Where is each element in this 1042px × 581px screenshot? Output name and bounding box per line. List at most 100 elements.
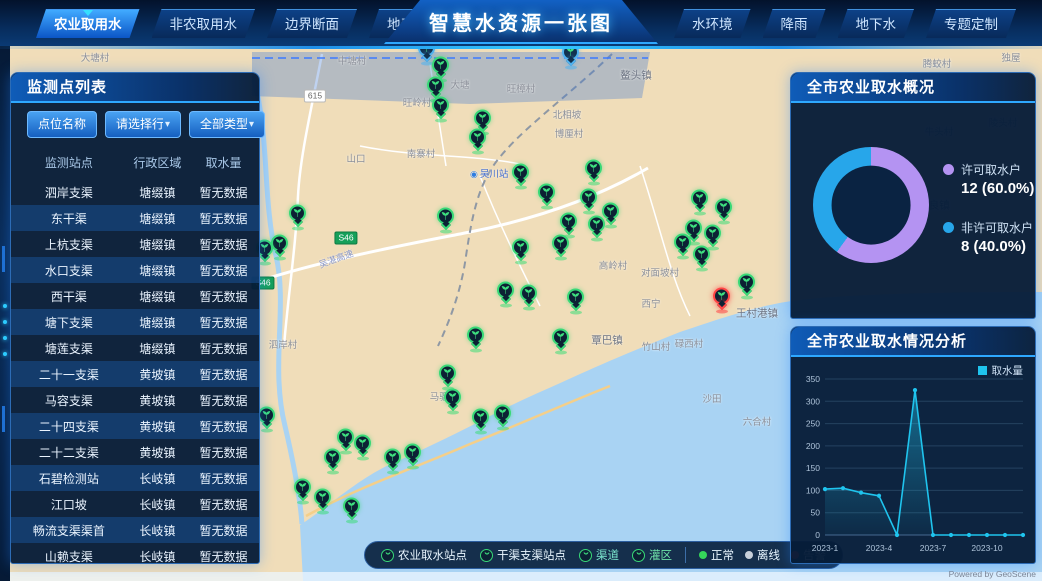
water-intake-marker[interactable] [493, 405, 513, 430]
water-intake-marker[interactable] [519, 285, 539, 310]
nav-tab-label: 非农取用水 [170, 17, 238, 32]
water-intake-marker[interactable] [436, 208, 456, 233]
map-label: 泗岸村 [269, 337, 298, 351]
water-intake-marker[interactable] [293, 479, 313, 504]
water-intake-marker[interactable] [438, 365, 458, 390]
legend-divider [685, 547, 686, 563]
table-row[interactable]: 二十二支渠 黄坡镇 暂无数据 [11, 439, 259, 465]
legend-type-label: 农业取水站点 [398, 547, 467, 563]
legend-type-item[interactable]: 干渠支渠站点 [480, 547, 566, 563]
svg-text:350: 350 [806, 374, 820, 384]
water-intake-marker[interactable] [511, 239, 531, 264]
filter-row: 点位名称 请选择行政 ▾ 全部类型 ▾ [11, 103, 259, 144]
water-intake-marker[interactable] [587, 216, 607, 241]
cell-station: 江口坡 [17, 496, 121, 513]
panel-title: 全市农业取水概况 [791, 73, 1035, 103]
nav-tab[interactable]: 地下水 [838, 9, 915, 38]
water-intake-marker[interactable] [537, 184, 557, 209]
nav-tab[interactable]: 水环境 [674, 9, 751, 38]
water-intake-marker[interactable] [511, 164, 531, 189]
nav-tab[interactable]: 非农取用水 [152, 9, 256, 38]
water-intake-marker[interactable] [323, 449, 343, 474]
water-intake-marker[interactable] [353, 435, 373, 460]
water-intake-marker[interactable] [471, 409, 491, 434]
cell-value: 暂无数据 [194, 210, 253, 227]
legend-type-item[interactable]: 农业取水站点 [381, 547, 467, 563]
table-row[interactable]: 畅流支渠渠首 长岐镇 暂无数据 [11, 517, 259, 543]
cell-region: 塘缀镇 [121, 340, 194, 357]
cell-station: 石碧检测站 [17, 470, 121, 487]
water-intake-marker[interactable] [566, 289, 586, 314]
water-intake-marker[interactable] [431, 97, 451, 122]
table-row[interactable]: 泗岸支渠 塘缀镇 暂无数据 [11, 179, 259, 205]
pin-icon [579, 549, 592, 562]
table-row[interactable]: 江口坡 长岐镇 暂无数据 [11, 491, 259, 517]
svg-text:200: 200 [806, 441, 820, 451]
water-intake-marker[interactable] [551, 235, 571, 260]
cell-station: 塘下支渠 [17, 314, 121, 331]
water-intake-marker[interactable] [690, 190, 710, 215]
map-label: 高岭村 [599, 258, 628, 272]
water-intake-marker[interactable] [342, 498, 362, 523]
table-row[interactable]: 塘莲支渠 塘缀镇 暂无数据 [11, 335, 259, 361]
table-row[interactable]: 水口支渠 塘缀镇 暂无数据 [11, 257, 259, 283]
region-select[interactable]: 请选择行政 ▾ [105, 111, 181, 138]
water-intake-marker[interactable] [496, 282, 516, 307]
dashboard: 大塘村中塘村大塘旺樟村鳌头镇腾蛟村独屋旺岭村北相坡博厘村牛头村陵头村山口南寨村小… [0, 0, 1042, 581]
river-shape [253, 76, 302, 524]
nav-tab[interactable]: 降雨 [763, 9, 826, 38]
cell-region: 黄坡镇 [121, 366, 194, 383]
water-intake-marker[interactable] [673, 234, 693, 259]
cell-station: 二十一支渠 [17, 366, 121, 383]
legend-type-item[interactable]: 渠道 [579, 547, 619, 563]
cell-value: 暂无数据 [194, 366, 253, 383]
table-row[interactable]: 东干渠 塘缀镇 暂无数据 [11, 205, 259, 231]
cell-station: 塘莲支渠 [17, 340, 121, 357]
cell-station: 二十二支渠 [17, 444, 121, 461]
water-intake-marker[interactable] [383, 449, 403, 474]
legend-status-label: 正常 [711, 547, 734, 563]
nav-tab[interactable]: 农业取用水 [36, 9, 140, 38]
map-label: 腾蛟村 [923, 56, 952, 70]
svg-text:2023-4: 2023-4 [866, 543, 893, 553]
table-row[interactable]: 二十一支渠 黄坡镇 暂无数据 [11, 361, 259, 387]
cell-region: 塘缀镇 [121, 314, 194, 331]
table-row[interactable]: 马容支渠 黄坡镇 暂无数据 [11, 387, 259, 413]
nav-tab-label: 降雨 [781, 17, 808, 32]
svg-text:2023-7: 2023-7 [920, 543, 947, 553]
water-intake-marker[interactable] [712, 288, 732, 313]
water-intake-marker[interactable] [714, 199, 734, 224]
water-intake-marker[interactable] [551, 329, 571, 354]
water-intake-marker[interactable] [584, 160, 604, 185]
cell-station: 马容支渠 [17, 392, 121, 409]
donut-legend-item: 非许可取水户 8 (40.0%) [943, 219, 1034, 255]
water-intake-marker[interactable] [313, 489, 333, 514]
table-row[interactable]: 上杭支渠 塘缀镇 暂无数据 [11, 231, 259, 257]
table-row[interactable]: 石碧检测站 长岐镇 暂无数据 [11, 465, 259, 491]
water-intake-marker[interactable] [403, 444, 423, 469]
water-intake-marker[interactable] [288, 205, 308, 230]
map-label: 沙田 [702, 391, 721, 405]
cell-value: 暂无数据 [194, 340, 253, 357]
water-intake-marker[interactable] [443, 389, 463, 414]
water-intake-marker[interactable] [579, 189, 599, 214]
water-intake-marker[interactable] [257, 407, 277, 432]
table-row[interactable]: 西干渠 塘缀镇 暂无数据 [11, 283, 259, 309]
table-row[interactable]: 塘下支渠 塘缀镇 暂无数据 [11, 309, 259, 335]
water-intake-marker[interactable] [692, 246, 712, 271]
water-intake-marker[interactable] [468, 129, 488, 154]
cell-region: 黄坡镇 [121, 418, 194, 435]
type-select[interactable]: 全部类型 ▾ [189, 111, 265, 138]
water-intake-marker[interactable] [737, 274, 757, 299]
nav-tab[interactable]: 专题定制 [926, 9, 1016, 38]
legend-types: 农业取水站点 干渠支渠站点 渠道 [381, 547, 672, 563]
table-row[interactable]: 二十四支渠 黄坡镇 暂无数据 [11, 413, 259, 439]
cell-value: 暂无数据 [194, 262, 253, 279]
cell-region: 黄坡镇 [121, 392, 194, 409]
legend-value: 12 (60.0%) [961, 180, 1034, 197]
nav-tab[interactable]: 边界断面 [267, 9, 357, 38]
table-row[interactable]: 山赖支渠 长岐镇 暂无数据 [11, 543, 259, 569]
water-intake-marker[interactable] [466, 327, 486, 352]
point-name-button[interactable]: 点位名称 [27, 111, 97, 138]
legend-type-item[interactable]: 灌区 [632, 547, 672, 563]
